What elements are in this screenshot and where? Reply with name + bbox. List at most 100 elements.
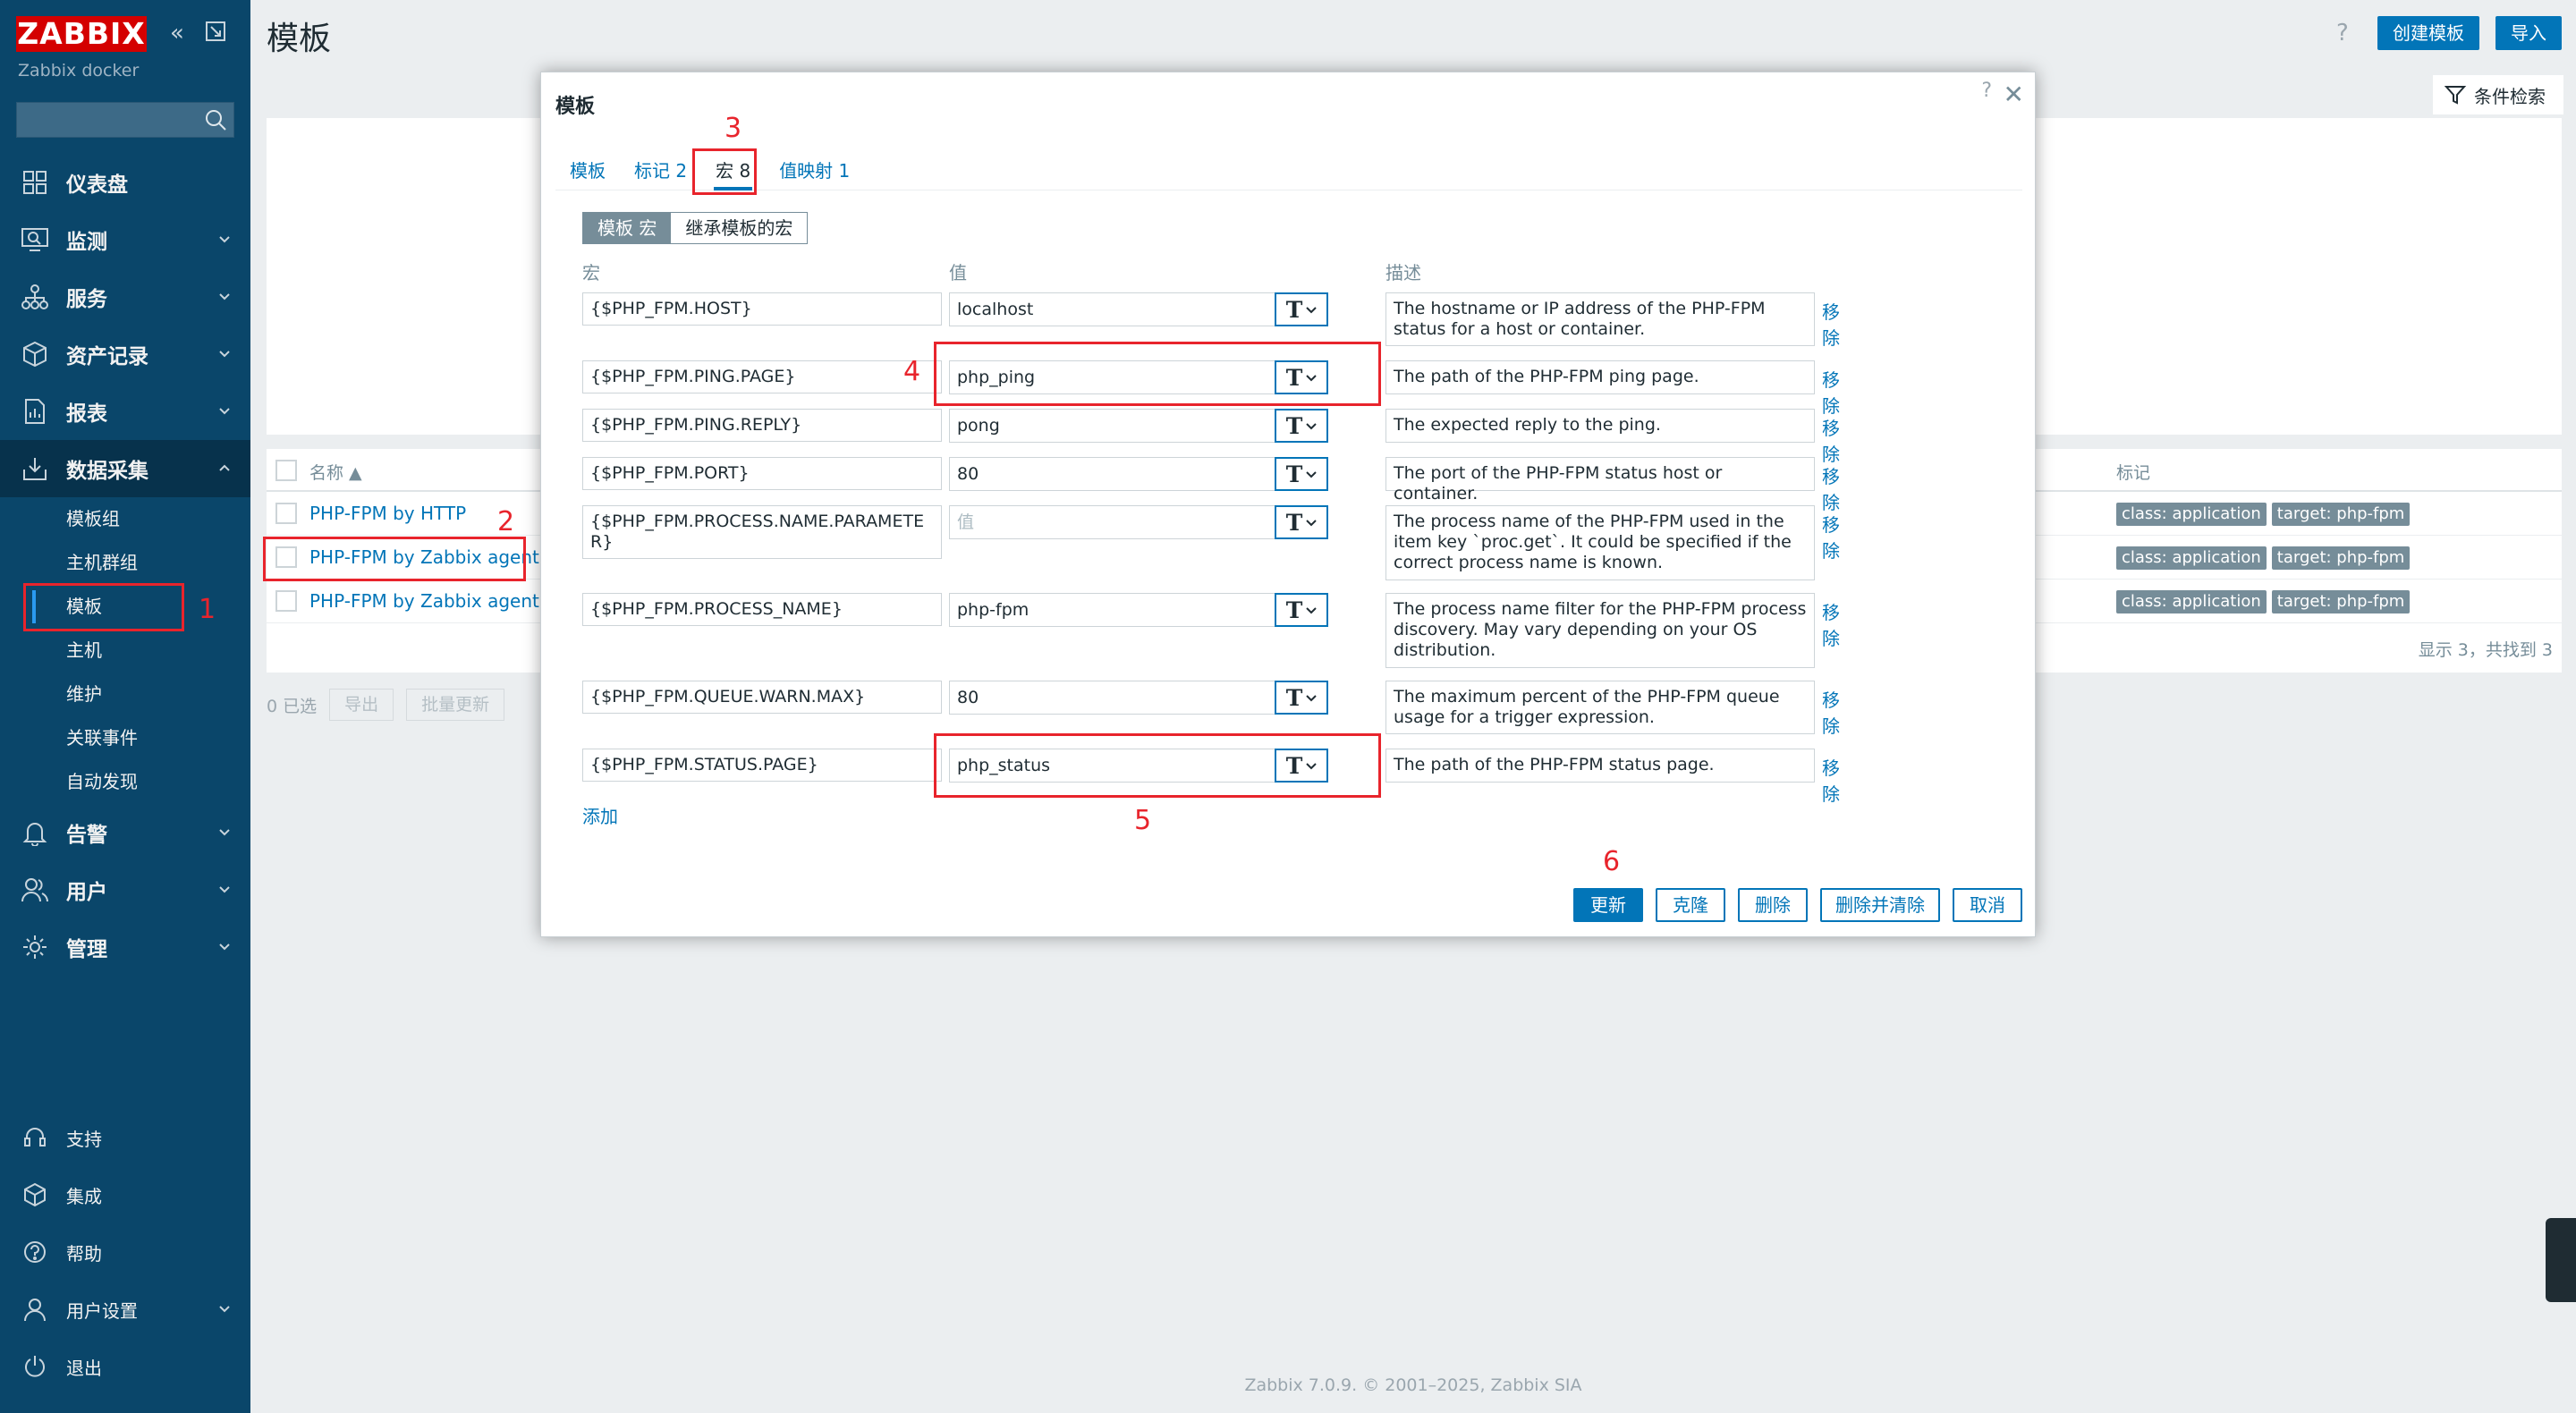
submenu-maintenance[interactable]: 维护 [0, 673, 250, 716]
tag[interactable]: target: php-fpm [2271, 503, 2411, 526]
remove-link[interactable]: 移除 [1822, 754, 1840, 806]
menu-alerts[interactable]: 告警 [0, 804, 250, 861]
mass-update-button[interactable]: 批量更新 [406, 689, 505, 721]
tag[interactable]: target: php-fpm [2271, 546, 2411, 570]
macro-name-input[interactable]: {$PHP_FPM.STATUS.PAGE} [582, 749, 942, 782]
tab-template[interactable]: 模板 [555, 144, 620, 190]
value-type-dropdown[interactable]: T [1275, 681, 1328, 715]
monitoring-icon [20, 224, 50, 255]
update-button[interactable]: 更新 [1573, 888, 1643, 922]
value-type-dropdown[interactable]: T [1275, 457, 1328, 491]
row-checkbox[interactable] [275, 503, 297, 524]
submenu-event-correlation[interactable]: 关联事件 [0, 716, 250, 760]
select-all-checkbox[interactable] [275, 460, 297, 481]
macro-value-input[interactable]: pong [949, 409, 1328, 443]
menu-users[interactable]: 用户 [0, 861, 250, 918]
cancel-button[interactable]: 取消 [1953, 888, 2022, 922]
menu-label: 集成 [66, 1185, 102, 1207]
help-icon[interactable]: ? [1981, 80, 1992, 102]
column-description: 描述 [1385, 262, 1421, 283]
menu-inventory[interactable]: 资产记录 [0, 326, 250, 383]
macro-name-input[interactable]: {$PHP_FPM.PROCESS_NAME} [582, 593, 942, 626]
help-icon[interactable]: ? [2336, 20, 2349, 47]
macro-value-input[interactable]: 值 [949, 505, 1328, 539]
sidebar-search-input[interactable] [16, 102, 234, 138]
menu-help[interactable]: 帮助 [0, 1223, 250, 1281]
remove-link[interactable]: 移除 [1822, 598, 1840, 650]
remove-link[interactable]: 移除 [1822, 366, 1840, 418]
collapse-sidebar-icon[interactable]: « [170, 20, 184, 47]
column-name[interactable]: 名称 ▲ [309, 460, 362, 484]
submenu-template-groups[interactable]: 模板组 [0, 497, 250, 541]
macro-description-input[interactable]: The hostname or IP address of the PHP-FP… [1385, 292, 1815, 346]
delete-button[interactable]: 删除 [1738, 888, 1808, 922]
menu-data-collection[interactable]: 数据采集 [0, 440, 250, 497]
menu-administration[interactable]: 管理 [0, 918, 250, 976]
menu-support[interactable]: 支持 [0, 1109, 250, 1166]
template-link[interactable]: PHP-FPM by HTTP [309, 503, 466, 524]
submenu-host-groups[interactable]: 主机群组 [0, 541, 250, 585]
macro-description-input[interactable]: The process name of the PHP-FPM used in … [1385, 505, 1815, 580]
tag[interactable]: class: application [2116, 503, 2267, 526]
remove-link[interactable]: 移除 [1822, 462, 1840, 514]
remove-link[interactable]: 移除 [1822, 511, 1840, 563]
tab-tags[interactable]: 标记 2 [620, 144, 701, 190]
tab-label: 值映射 [779, 160, 834, 182]
menu-user-settings[interactable]: 用户设置 [0, 1281, 250, 1338]
macro-description-input[interactable]: The path of the PHP-FPM ping page. [1385, 360, 1815, 394]
value-type-dropdown[interactable]: T [1275, 505, 1328, 539]
value-type-dropdown[interactable]: T [1275, 593, 1328, 627]
template-macros-option[interactable]: 模板 宏 [583, 213, 672, 243]
macro-name-input[interactable]: {$PHP_FPM.PING.PAGE} [582, 360, 942, 393]
macro-description-input[interactable]: The path of the PHP-FPM status page. [1385, 749, 1815, 783]
menu-services[interactable]: 服务 [0, 268, 250, 326]
export-button[interactable]: 导出 [329, 689, 394, 721]
macro-description-input[interactable]: The maximum percent of the PHP-FPM queue… [1385, 681, 1815, 734]
tag[interactable]: target: php-fpm [2271, 590, 2411, 613]
submenu-hosts[interactable]: 主机 [0, 629, 250, 673]
annotation-number-6: 6 [1603, 846, 1621, 877]
tab-value-mapping[interactable]: 值映射 1 [765, 144, 864, 190]
add-macro-link[interactable]: 添加 [582, 802, 618, 828]
menu-sign-out[interactable]: 退出 [0, 1338, 250, 1395]
tag[interactable]: class: application [2116, 590, 2267, 613]
remove-link[interactable]: 移除 [1822, 686, 1840, 738]
filter-tab[interactable]: 条件检索 [2433, 75, 2563, 114]
tag[interactable]: class: application [2116, 546, 2267, 570]
menu-reports[interactable]: 报表 [0, 383, 250, 440]
kiosk-mode-icon[interactable] [204, 20, 227, 49]
macro-name-input[interactable]: {$PHP_FPM.PROCESS.NAME.PARAMETER} [582, 505, 942, 559]
macro-name-input[interactable]: {$PHP_FPM.HOST} [582, 292, 942, 326]
macro-value-input[interactable]: php-fpm [949, 593, 1328, 627]
close-icon[interactable]: ✕ [2004, 80, 2024, 109]
search-icon[interactable] [201, 106, 232, 136]
value-type-dropdown[interactable]: T [1275, 409, 1328, 443]
macro-name-input[interactable]: {$PHP_FPM.PING.REPLY} [582, 409, 942, 442]
macro-value-input[interactable]: 80 [949, 681, 1328, 715]
macro-description-input[interactable]: The process name filter for the PHP-FPM … [1385, 593, 1815, 668]
remove-link[interactable]: 移除 [1822, 298, 1840, 350]
template-link[interactable]: PHP-FPM by Zabbix agent ac [309, 590, 565, 612]
create-template-button[interactable]: 创建模板 [2377, 16, 2479, 50]
zabbix-logo[interactable]: ZABBIX [16, 16, 147, 52]
menu-integrations[interactable]: 集成 [0, 1166, 250, 1223]
menu-label: 报表 [66, 402, 107, 426]
macro-description-input[interactable]: The port of the PHP-FPM status host or c… [1385, 457, 1815, 503]
macro-value-input[interactable]: localhost [949, 292, 1328, 326]
import-button[interactable]: 导入 [2496, 16, 2562, 50]
delete-and-clear-button[interactable]: 删除并清除 [1820, 888, 1940, 922]
macro-value-input[interactable]: 80 [949, 457, 1328, 491]
menu-dashboard[interactable]: 仪表盘 [0, 154, 250, 211]
tag-list: class: application target: php-fpm [2116, 546, 2411, 570]
value-type-dropdown[interactable]: T [1275, 292, 1328, 326]
macro-name-input[interactable]: {$PHP_FPM.PORT} [582, 457, 942, 490]
row-checkbox[interactable] [275, 590, 297, 612]
macro-description-input[interactable]: The expected reply to the ping. [1385, 409, 1815, 443]
inherited-macros-option[interactable]: 继承模板的宏 [671, 213, 808, 243]
macro-name-input[interactable]: {$PHP_FPM.QUEUE.WARN.MAX} [582, 681, 942, 714]
submenu-discovery[interactable]: 自动发现 [0, 760, 250, 804]
menu-monitoring[interactable]: 监测 [0, 211, 250, 268]
clone-button[interactable]: 克隆 [1656, 888, 1725, 922]
side-panel-handle[interactable] [2546, 1218, 2576, 1302]
remove-link[interactable]: 移除 [1822, 414, 1840, 466]
